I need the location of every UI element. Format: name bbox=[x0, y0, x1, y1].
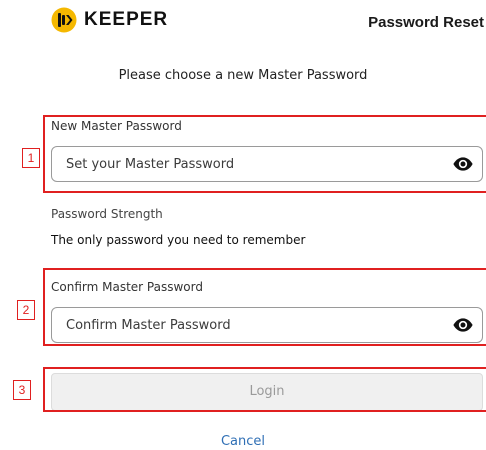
new-password-label: New Master Password bbox=[51, 119, 182, 133]
eye-icon[interactable] bbox=[453, 316, 473, 334]
password-hint: The only password you need to remember bbox=[51, 233, 306, 247]
password-reset-page: KEEPER Password Reset Please choose a ne… bbox=[0, 0, 486, 450]
brand-name: KEEPER bbox=[84, 9, 169, 30]
keeper-logo-icon bbox=[51, 7, 77, 33]
new-password-input[interactable] bbox=[66, 147, 436, 181]
confirm-password-label: Confirm Master Password bbox=[51, 280, 203, 294]
annotation-label-2: 2 bbox=[17, 300, 35, 320]
subtitle: Please choose a new Master Password bbox=[118, 68, 368, 83]
keeper-logo: KEEPER bbox=[51, 7, 168, 33]
annotation-label-3: 3 bbox=[13, 380, 31, 400]
new-password-field-container bbox=[51, 146, 483, 182]
confirm-password-field-container bbox=[51, 307, 483, 343]
cancel-link[interactable]: Cancel bbox=[0, 434, 486, 449]
confirm-password-input[interactable] bbox=[66, 308, 436, 342]
password-strength-label: Password Strength bbox=[51, 207, 163, 221]
annotation-label-1: 1 bbox=[22, 148, 40, 168]
login-button[interactable]: Login bbox=[51, 373, 483, 411]
eye-icon[interactable] bbox=[453, 155, 473, 173]
page-title: Password Reset bbox=[368, 14, 484, 31]
